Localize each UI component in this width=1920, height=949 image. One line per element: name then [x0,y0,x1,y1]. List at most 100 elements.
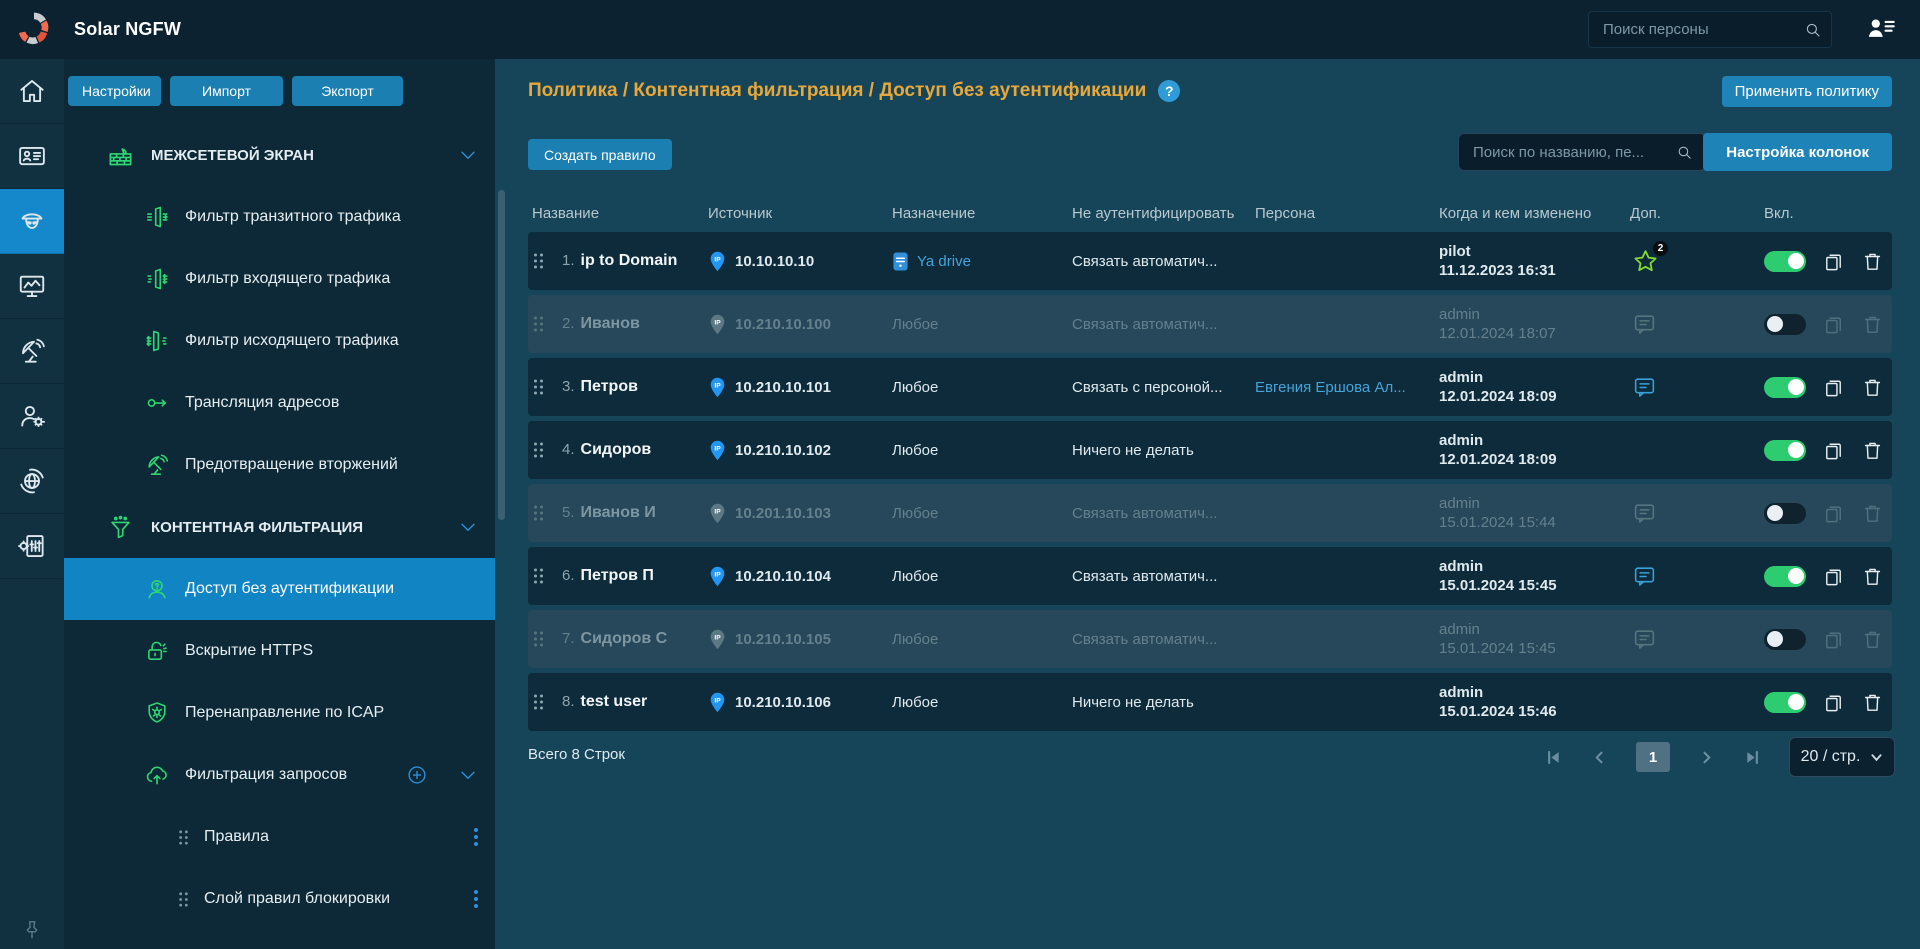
menu-group-header[interactable]: МЕЖСЕТЕВОЙ ЭКРАН [64,124,495,186]
column-settings-button[interactable]: Настройка колонок [1703,133,1892,171]
rail-item-home[interactable] [0,59,64,124]
menu-item[interactable]: Доступ без аутентификации [64,558,495,620]
drag-handle-icon[interactable] [177,891,190,908]
row-drag-handle-icon[interactable] [532,504,562,522]
enable-toggle[interactable] [1764,439,1806,461]
menu-item[interactable]: Предотвращение вторжений [64,434,495,496]
top-bar: Solar NGFW [0,0,1920,59]
rail-item-user-administration[interactable] [0,384,64,449]
ip-pin-icon: IP [708,502,727,525]
apply-policy-button[interactable]: Применить политику [1721,76,1892,107]
rail-item-system-settings[interactable] [0,514,64,579]
copy-button[interactable] [1822,565,1845,588]
row-drag-handle-icon[interactable] [532,630,562,648]
persona-search-input[interactable] [1601,20,1804,39]
comment-icon[interactable] [1632,312,1657,337]
enable-toggle[interactable] [1764,565,1806,587]
chevron-down-icon[interactable] [457,144,479,166]
create-rule-button[interactable]: Создать правило [528,139,672,170]
row-drag-handle-icon[interactable] [532,315,562,333]
first-page-icon[interactable] [1544,748,1563,767]
rail-item-policy[interactable] [0,189,64,254]
rail-item-dashboard[interactable] [0,254,64,319]
delete-button[interactable] [1861,313,1884,336]
enable-toggle[interactable] [1764,313,1806,335]
rule-source: IP 10.210.10.102 [708,439,892,462]
import-button[interactable]: Импорт [170,76,283,106]
delete-button[interactable] [1861,628,1884,651]
rail-item-persons[interactable] [0,124,64,189]
delete-button[interactable] [1861,565,1884,588]
table-search-input[interactable] [1471,142,1676,162]
menu-item-label: Доступ без аутентификации [185,580,395,597]
add-icon[interactable] [406,764,428,786]
menu-child-item[interactable]: Слой правил блокировки [64,868,495,930]
rule-destination: Любое [892,568,1072,585]
menu-item[interactable]: Фильтр транзитного трафика [64,186,495,248]
panel-scrollbar[interactable] [498,190,505,520]
menu-group-header[interactable]: КОНТЕНТНАЯ ФИЛЬТРАЦИЯ [64,496,495,558]
delete-button[interactable] [1861,250,1884,273]
enable-toggle[interactable] [1764,502,1806,524]
svg-text:IP: IP [714,571,721,578]
copy-button[interactable] [1822,502,1845,525]
row-drag-handle-icon[interactable] [532,378,562,396]
delete-button[interactable] [1861,502,1884,525]
comment-icon[interactable] [1632,375,1657,400]
chevron-down-icon[interactable] [457,764,479,786]
enable-toggle[interactable] [1764,628,1806,650]
page-size-select[interactable]: 20 / стр. [1789,737,1895,777]
chevron-down-icon[interactable] [457,516,479,538]
enable-toggle[interactable] [1764,250,1806,272]
favorite-star-icon[interactable]: 2 [1632,240,1668,275]
filter-transit-icon [144,204,170,230]
next-page-icon[interactable] [1697,748,1716,767]
enable-toggle[interactable] [1764,376,1806,398]
menu-child-item[interactable]: Правила [64,806,495,868]
settings-button[interactable]: Настройки [68,76,161,106]
delete-button[interactable] [1861,376,1884,399]
copy-button[interactable] [1822,628,1845,651]
menu-item[interactable]: Фильтр входящего трафика [64,248,495,310]
table-search[interactable] [1458,133,1706,171]
drag-handle-icon[interactable] [177,829,190,846]
person-question-icon [144,576,170,602]
copy-button[interactable] [1822,439,1845,462]
persona-search[interactable] [1588,11,1832,48]
copy-button[interactable] [1822,313,1845,336]
user-menu-icon[interactable] [1866,15,1896,43]
rail-item-network[interactable] [0,449,64,514]
more-actions-icon[interactable] [473,827,479,847]
rail-item-monitoring[interactable] [0,319,64,384]
row-drag-handle-icon[interactable] [532,441,562,459]
persona-link[interactable]: Евгения Ершова Ал... [1255,379,1406,396]
comment-icon[interactable] [1632,501,1657,526]
pin-icon[interactable] [0,919,64,941]
enable-toggle[interactable] [1764,691,1806,713]
policy-tree: МЕЖСЕТЕВОЙ ЭКРАН Фильтр транзитного трафи… [64,124,495,930]
export-button[interactable]: Экспорт [292,76,403,106]
menu-item[interactable]: Трансляция адресов [64,372,495,434]
destination-link[interactable]: Ya drive [917,253,971,270]
menu-item[interactable]: Фильтр исходящего трафика [64,310,495,372]
comment-icon[interactable] [1632,627,1657,652]
changed-by: admin [1439,305,1480,323]
prev-page-icon[interactable] [1590,748,1609,767]
comment-icon[interactable] [1632,564,1657,589]
current-page[interactable]: 1 [1636,742,1670,772]
delete-button[interactable] [1861,691,1884,714]
row-drag-handle-icon[interactable] [532,567,562,585]
copy-button[interactable] [1822,376,1845,399]
help-icon[interactable]: ? [1158,80,1181,102]
row-drag-handle-icon[interactable] [532,252,562,270]
menu-item[interactable]: Фильтрация запросов [64,744,495,806]
copy-button[interactable] [1822,691,1845,714]
menu-item[interactable]: Перенаправление по ICAP [64,682,495,744]
menu-item[interactable]: Вскрытие HTTPS [64,620,495,682]
last-page-icon[interactable] [1743,748,1762,767]
rule-extra [1630,627,1730,652]
row-drag-handle-icon[interactable] [532,693,562,711]
delete-button[interactable] [1861,439,1884,462]
more-actions-icon[interactable] [473,889,479,909]
copy-button[interactable] [1822,250,1845,273]
